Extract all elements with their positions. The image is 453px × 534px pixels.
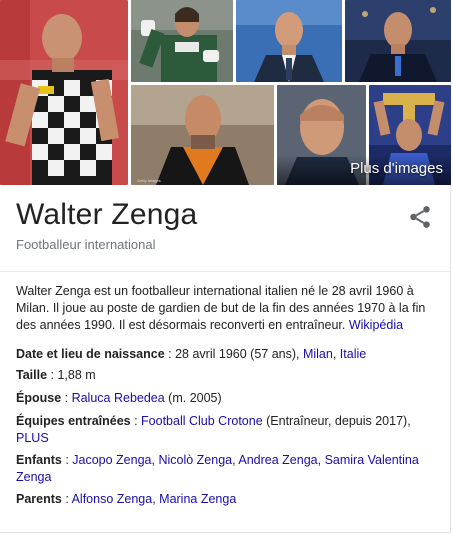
fact-value: : 28 avril 1960 (57 ans), [164,347,303,361]
photo-suit[interactable] [236,0,342,82]
fact-value: (Entraîneur, depuis 2017), [262,414,411,428]
separator: , [332,347,340,361]
photo-goalkeeper[interactable] [131,0,233,82]
separator: : [130,414,142,428]
knowledge-panel: Getty Images Plus d'images Walter Zenga … [0,0,451,533]
child-link[interactable]: Andrea Zenga [238,453,317,467]
entity-subtitle: Footballeur international [16,237,156,252]
teams-more-link[interactable]: PLUS [16,431,49,445]
more-images-link[interactable]: Plus d'images [350,160,443,177]
photo-training[interactable]: Getty Images [131,85,274,185]
separator: : [61,391,72,405]
separator: : [61,453,73,467]
fact-spouse: Épouse : Raluca Rebedea (m. 2005) [16,390,442,407]
child-link[interactable]: Jacopo Zenga [72,453,151,467]
fact-height: Taille : 1,88 m [16,367,442,384]
fact-birth: Date et lieu de naissance : 28 avril 196… [16,346,442,363]
fact-label: Épouse [16,391,62,405]
fact-parents: Parents : Alfonso Zenga, Marina Zenga [16,491,442,508]
parent-link[interactable]: Alfonso Zenga [72,492,153,506]
child-link[interactable]: Nicolò Zenga [158,453,232,467]
fact-label: Enfants [16,453,62,467]
photo-tv[interactable] [345,0,451,82]
team-link[interactable]: Football Club Crotone [141,414,263,428]
divider [0,271,451,272]
fact-label: Date et lieu de naissance [16,347,165,361]
birth-city-link[interactable]: Milan [303,347,333,361]
photo-main[interactable] [0,0,128,185]
share-icon[interactable] [407,204,433,230]
spouse-link[interactable]: Raluca Rebedea [72,391,165,405]
separator: : [61,492,72,506]
wikipedia-link[interactable]: Wikipédia [349,318,403,332]
fact-children: Enfants : Jacopo Zenga, Nicolò Zenga, An… [16,452,442,486]
fact-label: Équipes entraînées [16,414,131,428]
separator: , [317,453,325,467]
fact-label: Parents [16,492,62,506]
entity-title: Walter Zenga [16,198,198,231]
photo-caption: Getty Images [137,178,161,183]
fact-value: (m. 2005) [164,391,222,405]
fact-label: Taille [16,368,48,382]
fact-teams: Équipes entraînées : Football Club Croto… [16,413,442,447]
birth-country-link[interactable]: Italie [340,347,366,361]
fact-value: : 1,88 m [47,368,96,382]
entity-description: Walter Zenga est un footballeur internat… [16,283,442,334]
parent-link[interactable]: Marina Zenga [159,492,236,506]
